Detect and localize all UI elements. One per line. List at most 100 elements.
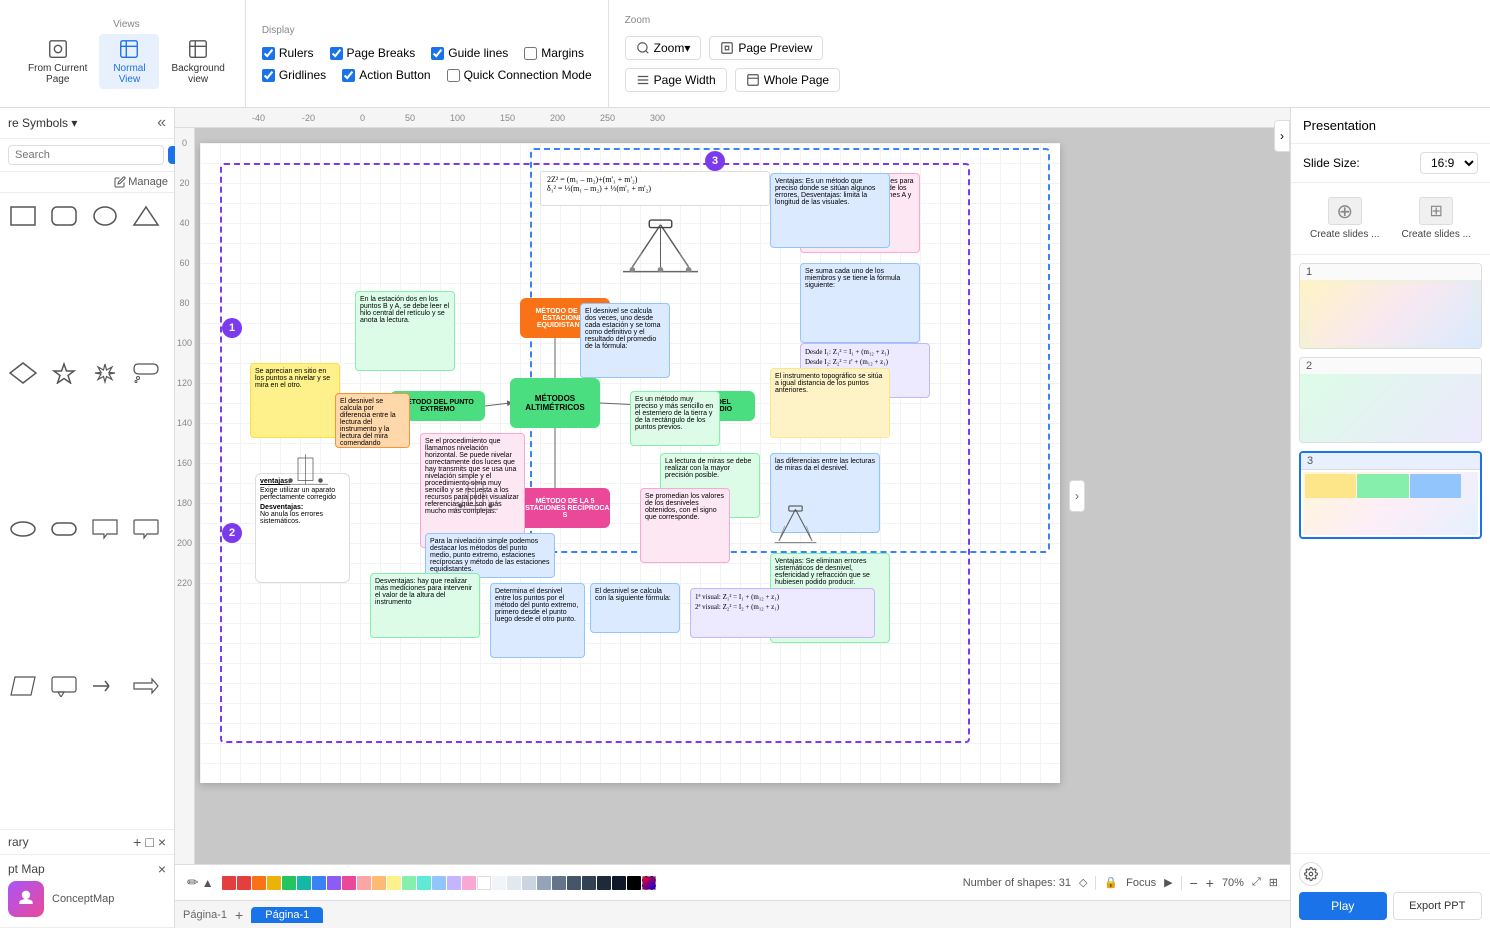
color-swatch-light-teal[interactable] [417,876,431,890]
diagram-tripod [620,203,700,283]
settings-btn[interactable] [1299,862,1323,886]
color-swatch-gray7[interactable] [582,876,596,890]
export-ppt-btn[interactable]: Export PPT [1393,892,1483,920]
color-swatch-gray8[interactable] [597,876,611,890]
shape-rounded-speech[interactable] [131,514,161,544]
fit-screen-icon[interactable]: ⊞ [1269,876,1278,889]
color-swatch-red2[interactable] [237,876,251,890]
right-panel-toggle-btn[interactable]: › [1274,120,1290,152]
gridlines-checkbox[interactable]: Gridlines [262,68,326,82]
color-swatch-light-red[interactable] [357,876,371,890]
canvas-viewport[interactable]: 0 20 40 60 80 100 120 140 160 180 200 22… [175,128,1290,864]
color-swatch-gray4[interactable] [537,876,551,890]
lock-icon[interactable]: 🔒 [1104,876,1118,889]
shape-arrow[interactable] [90,671,120,701]
margins-checkbox[interactable]: Margins [524,46,584,60]
shape-parallelogram[interactable] [8,671,38,701]
shape-rectangle[interactable] [8,201,38,231]
zoom-in-btn[interactable]: + [1206,875,1214,891]
shape-rounded-rect[interactable] [49,201,79,231]
node-blue-info-1: Se suma cada uno de los miembros y se ti… [800,263,920,343]
page-breaks-checkbox[interactable]: Page Breaks [330,46,416,60]
page-width-btn[interactable]: Page Width [625,68,727,92]
focus-label[interactable]: Focus [1126,877,1156,889]
shape-circle[interactable] [90,201,120,231]
triangle-tool[interactable]: ▲ [202,876,214,890]
shape-oval[interactable] [8,514,38,544]
slide-item-1[interactable]: 1 [1299,263,1482,349]
fullscreen-icon[interactable]: ⤢ [1252,876,1261,889]
library-add-btn[interactable]: + [133,834,141,850]
right-panel-collapse[interactable]: › [1069,480,1085,512]
color-swatch-black[interactable] [627,876,641,890]
right-panel-bottom: Play Export PPT [1291,853,1490,928]
play-icon[interactable]: ▶ [1164,876,1172,889]
create-slides-btn-2[interactable]: ⊞ Create slides ... [1395,193,1479,244]
whole-page-btn[interactable]: Whole Page [735,68,840,92]
shape-diamond[interactable] [8,358,38,388]
color-swatch-light-yellow[interactable] [387,876,401,890]
normal-view-btn[interactable]: Normal View [99,34,159,89]
pen-tool[interactable]: ✏ [187,874,199,891]
divider-1 [1095,876,1096,890]
views-section: Views From Current Page Normal View Back… [8,0,246,107]
color-swatch-white[interactable] [477,876,491,890]
zoom-out-btn[interactable]: − [1190,875,1198,891]
color-swatch-light-green[interactable] [402,876,416,890]
color-swatch-dark[interactable] [612,876,626,890]
shape-thought-bubble[interactable] [131,358,161,388]
shape-speech-bubble[interactable] [90,514,120,544]
color-swatch-light-purple[interactable] [447,876,461,890]
shape-starburst[interactable] [90,358,120,388]
color-swatch-blue[interactable] [312,876,326,890]
collapse-btn[interactable]: « [157,114,166,132]
zoom-dropdown-btn[interactable]: Zoom▾ [625,36,702,60]
play-btn[interactable]: Play [1299,892,1387,920]
background-view-btn[interactable]: Background view [163,34,232,89]
shape-wide-arrow[interactable] [131,671,161,701]
shape-star[interactable] [49,358,79,388]
page-preview-btn[interactable]: Page Preview [709,36,823,60]
action-button-checkbox[interactable]: Action Button [342,68,430,82]
node-estaciones-reciproca: MÉTODO DE LA 5 ESTACIONES RECÍPROCA S [520,488,610,528]
rulers-checkbox[interactable]: Rulers [262,46,314,60]
color-swatch-purple[interactable] [327,876,341,890]
color-swatch-gray6[interactable] [567,876,581,890]
library-expand-btn[interactable]: □ [145,834,153,850]
create-slides-btn-1[interactable]: ⊕ Create slides ... [1303,193,1387,244]
manage-btn[interactable]: Manage [114,176,168,188]
color-swatch-orange[interactable] [252,876,266,890]
page-tab-1[interactable]: Página-1 [251,907,323,923]
views-buttons: From Current Page Normal View Background… [20,34,233,89]
color-swatch-gray2[interactable] [507,876,521,890]
color-swatch-yellow[interactable] [267,876,281,890]
slide-size-row: Slide Size: 16:9 [1291,144,1490,183]
shape-callout[interactable] [49,671,79,701]
color-swatch-light-blue[interactable] [432,876,446,890]
shape-rounded-rect2[interactable] [49,514,79,544]
shapes-icon[interactable]: ◇ [1079,876,1087,889]
color-swatch-gray1[interactable] [492,876,506,890]
shape-triangle[interactable] [131,201,161,231]
color-swatch-gray3[interactable] [522,876,536,890]
color-swatch-teal[interactable] [297,876,311,890]
from-current-page-btn[interactable]: From Current Page [20,34,95,89]
color-swatch-gray5[interactable] [552,876,566,890]
color-custom[interactable] [642,876,656,890]
search-input[interactable] [8,145,164,165]
library-close-btn[interactable]: × [158,834,166,850]
slide-item-3[interactable]: 3 [1299,451,1482,539]
quick-connection-checkbox[interactable]: Quick Connection Mode [447,68,592,82]
guide-lines-checkbox[interactable]: Guide lines [431,46,508,60]
color-swatch-pink[interactable] [342,876,356,890]
slide-item-2[interactable]: 2 [1299,357,1482,443]
slide-size-select[interactable]: 16:9 [1420,152,1478,174]
main-layout: re Symbols ▾ « Search Manage [0,108,1490,928]
page-canvas[interactable]: 1 2 3 MÉTODOSALTIMÉTRICOS MÉTODO DEL PUN… [200,143,1060,783]
add-page-btn[interactable]: + [231,907,247,923]
color-swatch-light-orange[interactable] [372,876,386,890]
color-swatch-green[interactable] [282,876,296,890]
color-swatch-red[interactable] [222,876,236,890]
color-swatch-light-pink[interactable] [462,876,476,890]
concept-map-close-btn[interactable]: × [158,861,166,877]
